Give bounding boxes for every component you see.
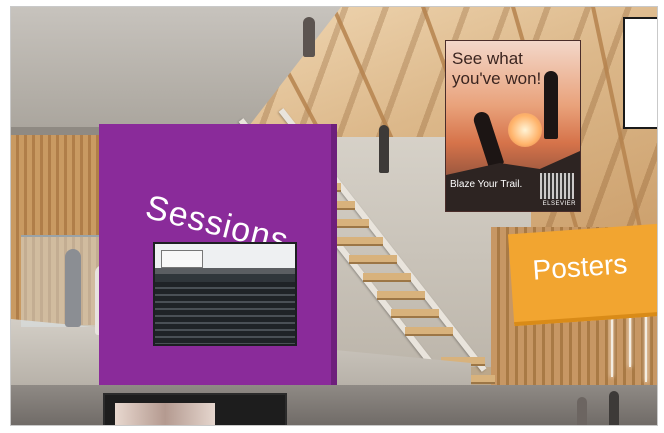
sessions-sign[interactable]: Sessions <box>99 124 337 392</box>
sun-graphic <box>508 113 542 147</box>
posters-label: Posters <box>531 248 629 286</box>
person-silhouette <box>303 17 315 57</box>
virtual-venue-view: Sessions See what you've won! Blaze Your… <box>10 6 658 426</box>
ad-brand: ELSEVIER <box>542 201 576 207</box>
auditorium-photo <box>153 242 297 346</box>
lower-screen-image <box>115 403 215 425</box>
lower-screen[interactable] <box>103 393 287 425</box>
auditorium-seats <box>155 282 295 344</box>
glass-railing <box>21 235 106 327</box>
person-silhouette <box>65 249 81 327</box>
posters-sign[interactable]: Posters <box>507 223 657 327</box>
brand-logo <box>540 173 574 199</box>
projection-screen <box>161 250 203 268</box>
ad-poster[interactable]: See what you've won! Blaze Your Trail. E… <box>445 40 581 212</box>
ad-headline: See what you've won! <box>452 49 542 88</box>
person-silhouette <box>609 391 619 425</box>
ad-tagline: Blaze Your Trail. <box>450 179 523 190</box>
climber-figure <box>544 71 558 139</box>
person-silhouette <box>577 397 587 425</box>
hanging-light <box>645 312 647 382</box>
climber-figure <box>471 109 505 169</box>
top-right-panel[interactable] <box>623 17 657 129</box>
person-silhouette <box>379 125 389 173</box>
